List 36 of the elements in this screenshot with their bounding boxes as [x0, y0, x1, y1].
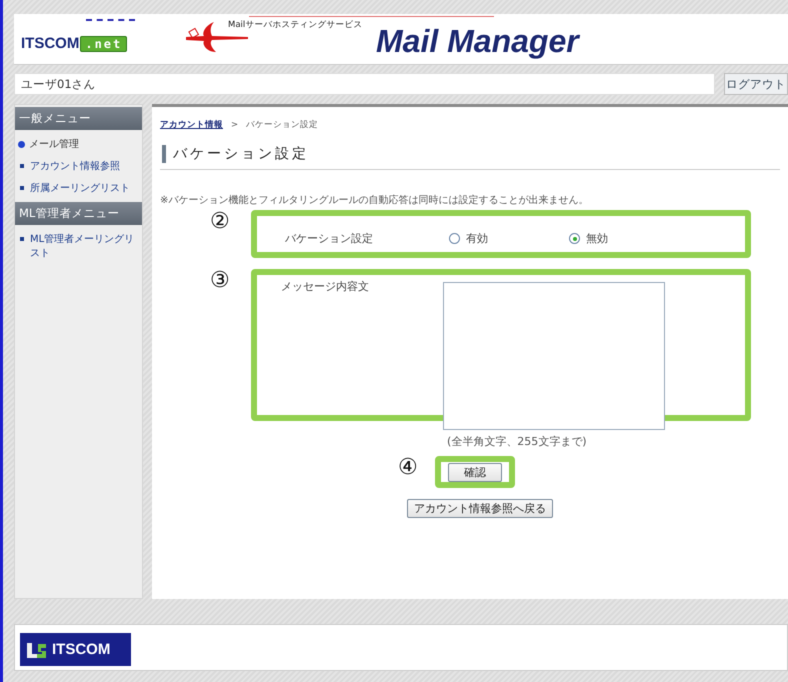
user-name: ユーザ01さん — [14, 73, 715, 95]
logout-button[interactable]: ログアウト — [724, 73, 788, 95]
confirm-button[interactable]: 確認 — [448, 462, 502, 482]
step-marker: ④ — [398, 456, 419, 480]
radio-label[interactable]: 無効 — [586, 231, 608, 246]
app-title: Mail Manager — [376, 23, 579, 60]
menu-heading: 一般メニュー — [15, 107, 142, 130]
hint-text: (全半角文字、255文字まで) — [447, 434, 588, 449]
bullet-icon — [20, 164, 24, 168]
logo-badge: .net — [80, 36, 128, 52]
message-field[interactable] — [443, 282, 665, 430]
radio-button[interactable] — [449, 233, 460, 244]
breadcrumb-current: バケーション設定 — [246, 119, 318, 131]
step-marker: ② — [210, 210, 231, 234]
logo-text: ITSCOM — [52, 641, 110, 658]
field-label: メッセージ内容文 — [281, 279, 370, 295]
step-marker: ③ — [210, 269, 231, 293]
bullet-icon — [20, 237, 24, 241]
page-title: バケーション設定 — [162, 145, 309, 163]
menu-item[interactable]: ML管理者メーリングリスト — [30, 232, 140, 260]
menu-item[interactable]: メール管理 — [29, 137, 79, 151]
field-label: バケーション設定 — [285, 231, 374, 246]
radio-label[interactable]: 有効 — [466, 231, 488, 246]
service-label: Mailサーバホスティングサービス — [228, 19, 362, 31]
menu-item[interactable]: 所属メーリングリスト — [30, 181, 130, 195]
breadcrumb-separator: > — [231, 120, 238, 130]
breadcrumb-link[interactable]: アカウント情報 — [160, 119, 223, 131]
logo-mark-icon — [27, 642, 46, 658]
back-button[interactable]: アカウント情報参照へ戻る — [407, 499, 553, 518]
notice-text: ※バケーション機能とフィルタリングルールの自動応答は同時には設定することが出来ません。 — [160, 194, 590, 207]
radio-button[interactable] — [569, 233, 580, 244]
menu-item[interactable]: アカウント情報参照 — [30, 159, 120, 173]
logo-text: ITSCOM — [21, 35, 80, 52]
bullet-icon — [20, 186, 24, 190]
menu-heading: ML管理者メニュー — [15, 202, 142, 225]
bullet-icon — [18, 141, 25, 148]
